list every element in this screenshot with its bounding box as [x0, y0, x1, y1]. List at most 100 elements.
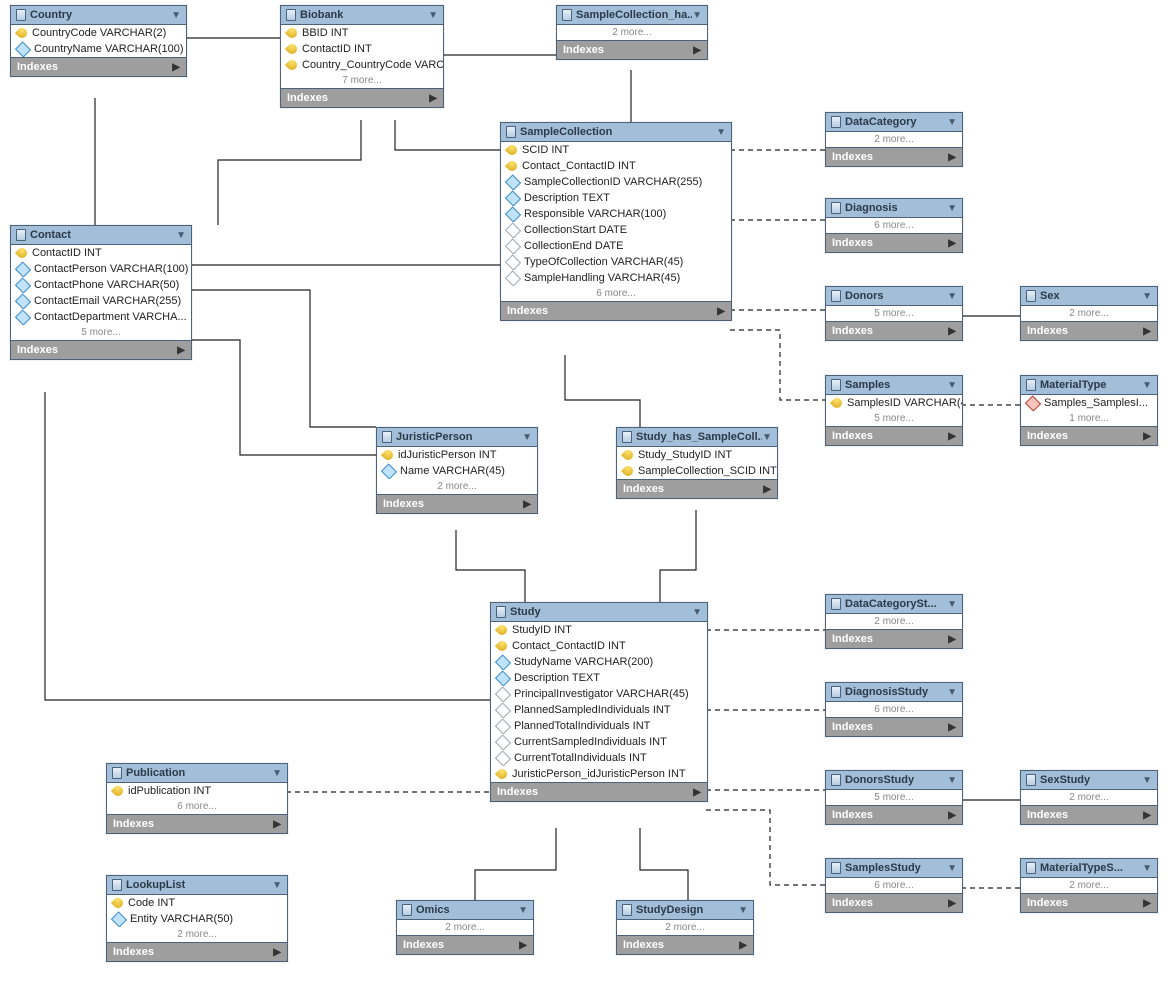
table-juristic[interactable]: JuristicPerson▼idJuristicPerson INTName … [376, 427, 538, 514]
table-datacategoryst[interactable]: DataCategorySt...▼2 more...Indexes▶ [825, 594, 963, 649]
indexes-section[interactable]: Indexes▶ [377, 494, 537, 513]
column-row[interactable]: SamplesID VARCHAR(45) [826, 395, 962, 411]
column-row[interactable]: CountryName VARCHAR(100) [11, 41, 186, 57]
table-header[interactable]: Contact▼ [11, 226, 191, 245]
expand-indexes-icon[interactable]: ▶ [429, 93, 437, 104]
column-row[interactable]: BBID INT [281, 25, 443, 41]
indexes-section[interactable]: Indexes▶ [826, 717, 962, 736]
collapse-icon[interactable]: ▼ [947, 863, 957, 874]
table-datacategory[interactable]: DataCategory▼2 more...Indexes▶ [825, 112, 963, 167]
expand-indexes-icon[interactable]: ▶ [1143, 898, 1151, 909]
more-columns-link[interactable]: 2 more... [1021, 790, 1157, 805]
table-header[interactable]: LookupList▼ [107, 876, 287, 895]
more-columns-link[interactable]: 6 more... [826, 878, 962, 893]
table-header[interactable]: Diagnosis▼ [826, 199, 962, 218]
indexes-section[interactable]: Indexes▶ [1021, 321, 1157, 340]
indexes-section[interactable]: Indexes▶ [826, 805, 962, 824]
table-header[interactable]: Country▼ [11, 6, 186, 25]
table-header[interactable]: DonorsStudy▼ [826, 771, 962, 790]
table-header[interactable]: Omics▼ [397, 901, 533, 920]
expand-indexes-icon[interactable]: ▶ [717, 306, 725, 317]
table-header[interactable]: Sex▼ [1021, 287, 1157, 306]
table-omics[interactable]: Omics▼2 more...Indexes▶ [396, 900, 534, 955]
expand-indexes-icon[interactable]: ▶ [519, 940, 527, 951]
table-studydesign[interactable]: StudyDesign▼2 more...Indexes▶ [616, 900, 754, 955]
table-header[interactable]: SexStudy▼ [1021, 771, 1157, 790]
expand-indexes-icon[interactable]: ▶ [693, 787, 701, 798]
column-row[interactable]: SampleCollection_SCID INT [617, 463, 777, 479]
collapse-icon[interactable]: ▼ [947, 117, 957, 128]
column-row[interactable]: Samples_SamplesI... [1021, 395, 1157, 411]
column-row[interactable]: Code INT [107, 895, 287, 911]
collapse-icon[interactable]: ▼ [947, 599, 957, 610]
more-columns-link[interactable]: 2 more... [617, 920, 753, 935]
expand-indexes-icon[interactable]: ▶ [273, 947, 281, 958]
table-sex[interactable]: Sex▼2 more...Indexes▶ [1020, 286, 1158, 341]
column-row[interactable]: CountryCode VARCHAR(2) [11, 25, 186, 41]
table-donors[interactable]: Donors▼5 more...Indexes▶ [825, 286, 963, 341]
column-row[interactable]: StudyID INT [491, 622, 707, 638]
table-lookuplist[interactable]: LookupList▼Code INTEntity VARCHAR(50)2 m… [106, 875, 288, 962]
column-row[interactable]: Contact_ContactID INT [501, 158, 731, 174]
more-columns-link[interactable]: 5 more... [826, 306, 962, 321]
collapse-icon[interactable]: ▼ [692, 607, 702, 618]
column-row[interactable]: idJuristicPerson INT [377, 447, 537, 463]
collapse-icon[interactable]: ▼ [1142, 775, 1152, 786]
indexes-section[interactable]: Indexes▶ [826, 147, 962, 166]
table-header[interactable]: StudyDesign▼ [617, 901, 753, 920]
indexes-section[interactable]: Indexes▶ [557, 40, 707, 59]
more-columns-link[interactable]: 2 more... [397, 920, 533, 935]
expand-indexes-icon[interactable]: ▶ [948, 722, 956, 733]
collapse-icon[interactable]: ▼ [272, 880, 282, 891]
expand-indexes-icon[interactable]: ▶ [739, 940, 747, 951]
table-header[interactable]: DiagnosisStudy▼ [826, 683, 962, 702]
column-row[interactable]: Entity VARCHAR(50) [107, 911, 287, 927]
table-samplecollection[interactable]: SampleCollection▼SCID INTContact_Contact… [500, 122, 732, 321]
indexes-section[interactable]: Indexes▶ [501, 301, 731, 320]
more-columns-link[interactable]: 7 more... [281, 73, 443, 88]
table-header[interactable]: JuristicPerson▼ [377, 428, 537, 447]
collapse-icon[interactable]: ▼ [522, 432, 532, 443]
expand-indexes-icon[interactable]: ▶ [948, 326, 956, 337]
collapse-icon[interactable]: ▼ [947, 380, 957, 391]
more-columns-link[interactable]: 2 more... [826, 614, 962, 629]
column-row[interactable]: Name VARCHAR(45) [377, 463, 537, 479]
expand-indexes-icon[interactable]: ▶ [948, 634, 956, 645]
column-row[interactable]: Description TEXT [491, 670, 707, 686]
more-columns-link[interactable]: 2 more... [557, 25, 707, 40]
column-row[interactable]: Description TEXT [501, 190, 731, 206]
expand-indexes-icon[interactable]: ▶ [1143, 431, 1151, 442]
collapse-icon[interactable]: ▼ [1142, 380, 1152, 391]
column-row[interactable]: CollectionStart DATE [501, 222, 731, 238]
expand-indexes-icon[interactable]: ▶ [948, 898, 956, 909]
collapse-icon[interactable]: ▼ [947, 291, 957, 302]
table-header[interactable]: SampleCollection▼ [501, 123, 731, 142]
more-columns-link[interactable]: 5 more... [826, 411, 962, 426]
collapse-icon[interactable]: ▼ [738, 905, 748, 916]
table-header[interactable]: Study▼ [491, 603, 707, 622]
column-row[interactable]: ContactPhone VARCHAR(50) [11, 277, 191, 293]
table-publication[interactable]: Publication▼idPublication INT6 more...In… [106, 763, 288, 834]
column-row[interactable]: ContactDepartment VARCHA... [11, 309, 191, 325]
table-header[interactable]: Biobank▼ [281, 6, 443, 25]
indexes-section[interactable]: Indexes▶ [11, 57, 186, 76]
column-row[interactable]: TypeOfCollection VARCHAR(45) [501, 254, 731, 270]
collapse-icon[interactable]: ▼ [272, 768, 282, 779]
table-materialtypes[interactable]: MaterialTypeS...▼2 more...Indexes▶ [1020, 858, 1158, 913]
more-columns-link[interactable]: 6 more... [107, 799, 287, 814]
expand-indexes-icon[interactable]: ▶ [948, 238, 956, 249]
indexes-section[interactable]: Indexes▶ [826, 233, 962, 252]
table-materialtype[interactable]: MaterialType▼Samples_SamplesI...1 more..… [1020, 375, 1158, 446]
indexes-section[interactable]: Indexes▶ [107, 814, 287, 833]
column-row[interactable]: SCID INT [501, 142, 731, 158]
column-row[interactable]: Responsible VARCHAR(100) [501, 206, 731, 222]
expand-indexes-icon[interactable]: ▶ [763, 484, 771, 495]
more-columns-link[interactable]: 5 more... [826, 790, 962, 805]
collapse-icon[interactable]: ▼ [1142, 863, 1152, 874]
collapse-icon[interactable]: ▼ [692, 10, 702, 21]
expand-indexes-icon[interactable]: ▶ [693, 45, 701, 56]
column-row[interactable]: PrincipalInvestigator VARCHAR(45) [491, 686, 707, 702]
column-row[interactable]: Study_StudyID INT [617, 447, 777, 463]
column-row[interactable]: idPublication INT [107, 783, 287, 799]
column-row[interactable]: ContactID INT [281, 41, 443, 57]
